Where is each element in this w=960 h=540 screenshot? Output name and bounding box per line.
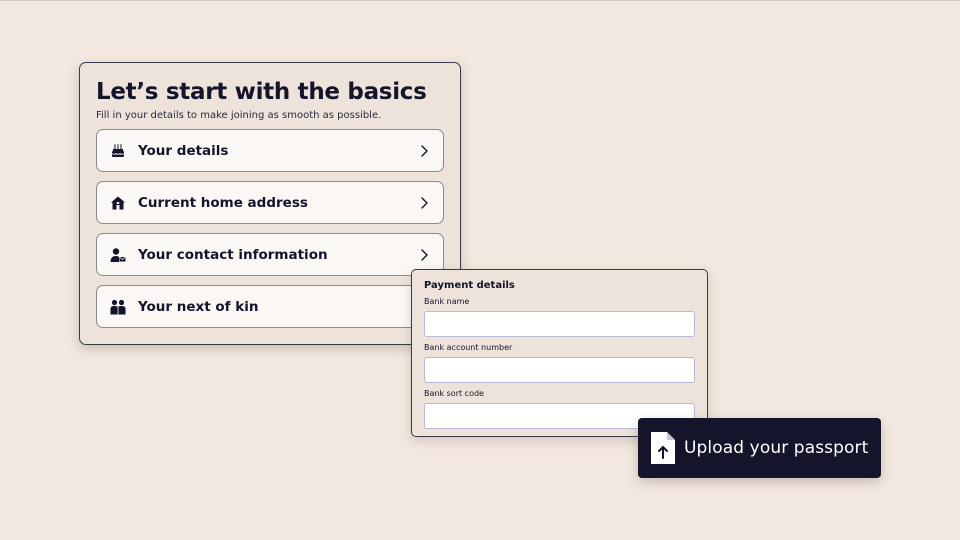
menu-item-your-details[interactable]: Your details <box>96 129 444 172</box>
upload-passport-label: Upload your passport <box>684 438 869 458</box>
basics-title: Let’s start with the basics <box>96 79 427 105</box>
menu-item-label: Your contact information <box>138 246 328 263</box>
menu-item-label: Your next of kin <box>138 298 259 315</box>
menu-item-home-address[interactable]: Current home address <box>96 181 444 224</box>
basics-subtitle: Fill in your details to make joining as … <box>96 110 382 121</box>
bank-name-input[interactable] <box>424 311 695 337</box>
contact-icon <box>110 247 126 263</box>
cake-icon <box>110 143 126 159</box>
payment-details-card: Payment details Bank name Bank account n… <box>411 269 708 437</box>
upload-passport-button[interactable]: Upload your passport <box>638 418 881 478</box>
details-menu: Your details Current home address Your c… <box>96 129 444 328</box>
chevron-right-icon <box>421 197 428 209</box>
basics-card: Let’s start with the basics Fill in your… <box>79 62 461 345</box>
house-icon <box>110 195 126 211</box>
menu-item-label: Current home address <box>138 194 308 211</box>
chevron-right-icon <box>421 145 428 157</box>
bank-name-label: Bank name <box>424 297 470 306</box>
people-icon <box>110 299 126 315</box>
upload-file-icon <box>651 432 675 464</box>
chevron-right-icon <box>421 249 428 261</box>
bank-account-number-label: Bank account number <box>424 343 513 352</box>
menu-item-label: Your details <box>138 142 229 159</box>
menu-item-next-of-kin[interactable]: Your next of kin <box>96 285 444 328</box>
bank-sort-code-label: Bank sort code <box>424 389 484 398</box>
bank-account-number-input[interactable] <box>424 357 695 383</box>
menu-item-contact-information[interactable]: Your contact information <box>96 233 444 276</box>
payment-title: Payment details <box>424 280 515 291</box>
top-divider <box>0 0 960 1</box>
